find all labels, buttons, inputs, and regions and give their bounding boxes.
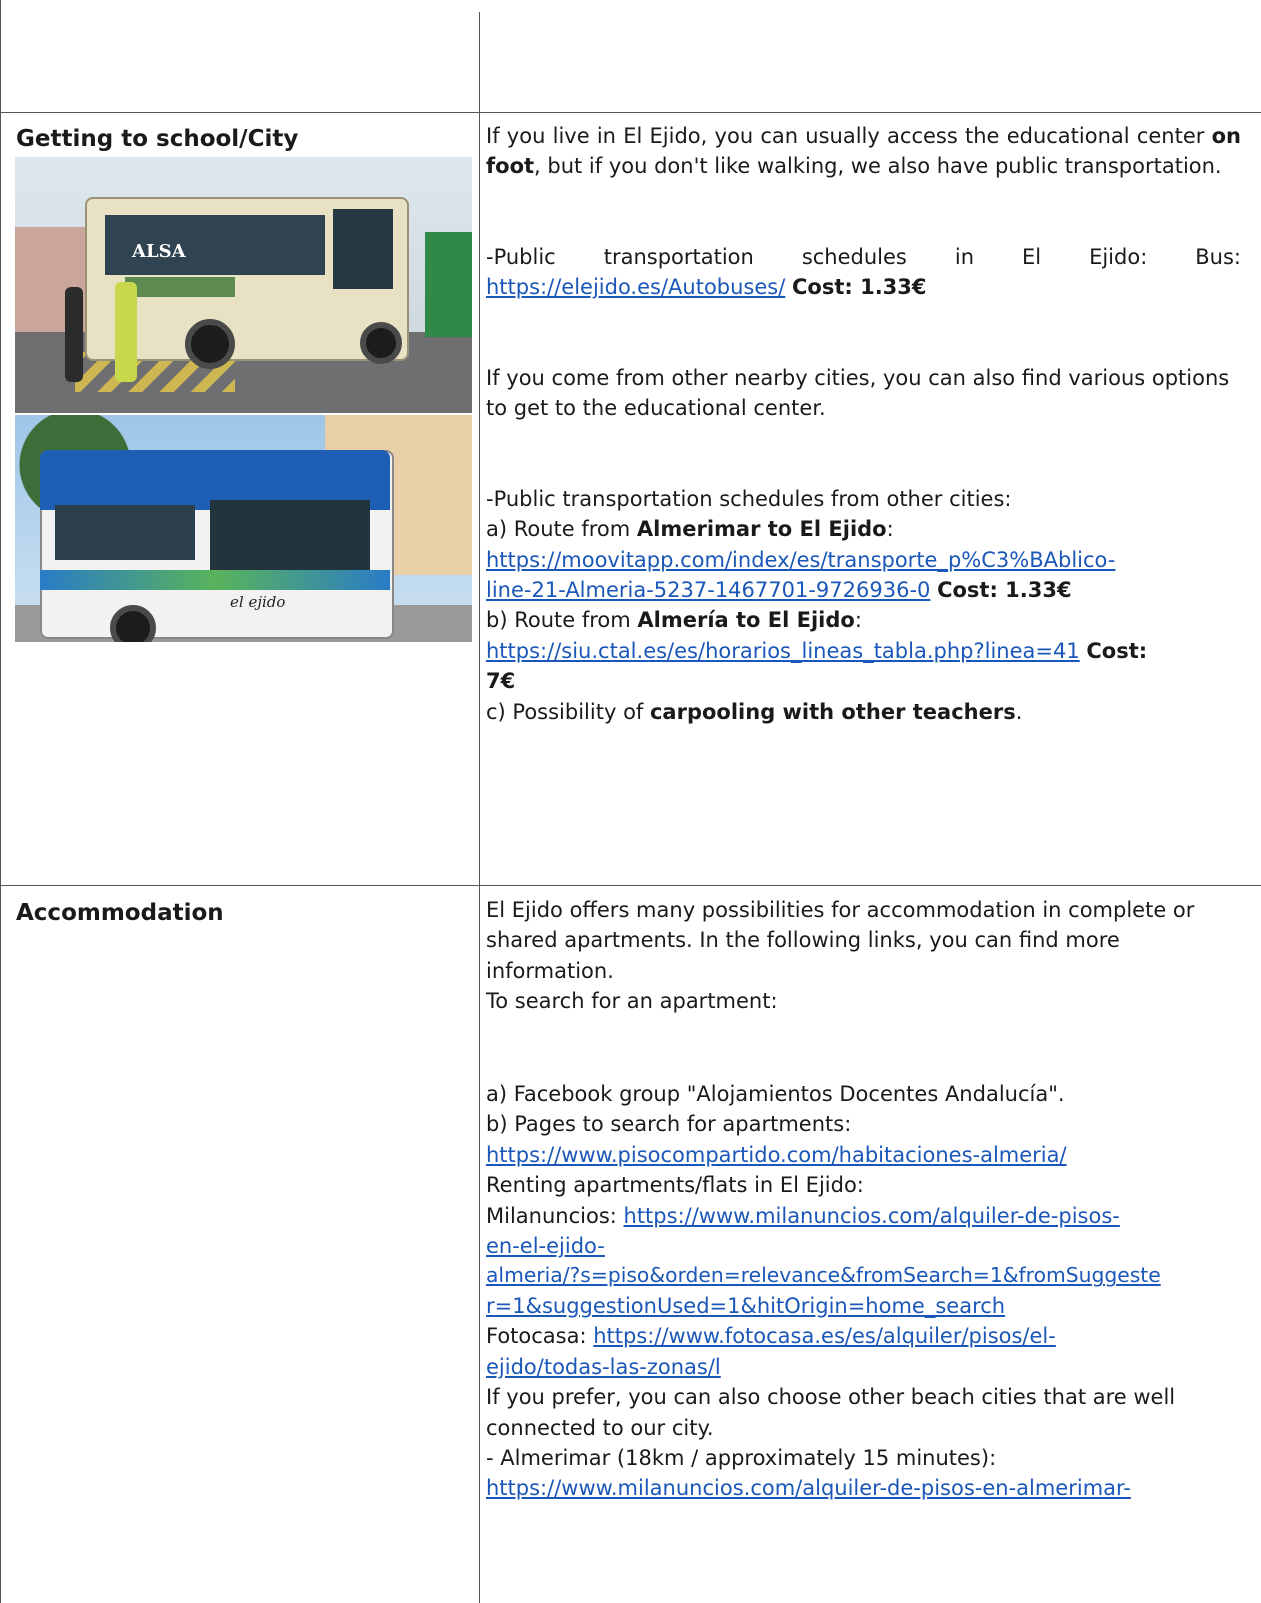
- other-cities-heading: -Public transportation schedules from ot…: [486, 486, 1012, 511]
- route-b-cost-value: 7€: [486, 669, 516, 694]
- beach-cities-paragraph: If you prefer, you can also choose other…: [486, 1385, 1176, 1440]
- row-label-accommodation: Accommodation: [16, 900, 224, 926]
- fotocasa-link[interactable]: https://www.fotocasa.es/es/alquiler/piso…: [593, 1324, 1056, 1348]
- alsa-bus-photo: ALSA: [15, 157, 472, 413]
- getting-to-school-content: If you live in El Ejido, you can usually…: [486, 121, 1241, 727]
- route-b-link[interactable]: https://siu.ctal.es/es/horarios_lineas_t…: [486, 639, 1080, 663]
- renting-heading: Renting apartments/flats in El Ejido:: [486, 1173, 864, 1198]
- almerimar-link[interactable]: https://www.milanuncios.com/alquiler-de-…: [486, 1476, 1131, 1500]
- almerimar-option: - Almerimar (18km / approximately 15 min…: [486, 1445, 997, 1470]
- route-a-link-line-1: https://moovitapp.com/index/es/transport…: [486, 545, 1241, 575]
- walking-paragraph: If you live in El Ejido, you can usually…: [486, 124, 1241, 179]
- milanuncios-link-line-4: r=1&suggestionUsed=1&hitOrigin=home_sear…: [486, 1291, 1241, 1321]
- route-a-cost: Cost: 1.33€: [937, 577, 1072, 602]
- route-a-link-continued[interactable]: line-21-Almeria-5237-1467701-9726936-0: [486, 578, 930, 602]
- row-divider-1: [0, 112, 1261, 113]
- route-a-link-line-2: line-21-Almeria-5237-1467701-9726936-0 C…: [486, 575, 1241, 605]
- el-ejido-city-bus-photo: el ejido: [15, 415, 472, 642]
- row-divider-2: [0, 885, 1261, 886]
- route-c: c) Possibility of carpooling with other …: [486, 699, 1023, 724]
- el-ejido-bus-cost: Cost: 1.33€: [792, 275, 927, 300]
- el-ejido-logo-text: el ejido: [230, 593, 286, 611]
- search-apartment-heading: To search for an apartment:: [486, 989, 778, 1014]
- route-a: a) Route from Almerimar to El Ejido:: [486, 517, 894, 542]
- route-a-link[interactable]: https://moovitapp.com/index/es/transport…: [486, 548, 1115, 572]
- almerimar-link-line: https://www.milanuncios.com/alquiler-de-…: [486, 1473, 1241, 1503]
- el-ejido-bus-link-line: https://elejido.es/Autobuses/ Cost: 1.33…: [486, 272, 1241, 302]
- milanuncios-link-continued-3[interactable]: r=1&suggestionUsed=1&hitOrigin=home_sear…: [486, 1294, 1005, 1318]
- nearby-cities-paragraph: If you come from other nearby cities, yo…: [486, 365, 1230, 421]
- milanuncios-link-continued-1[interactable]: en-el-ejido-: [486, 1234, 605, 1258]
- route-b-cost-label: Cost:: [1086, 638, 1148, 663]
- row-label-getting-to-school: Getting to school/City: [16, 126, 299, 152]
- milanuncios-link[interactable]: https://www.milanuncios.com/alquiler-de-…: [624, 1204, 1120, 1228]
- milanuncios-link-continued-2[interactable]: almeria/?s=piso&orden=relevance&fromSear…: [486, 1263, 1161, 1287]
- route-b: b) Route from Almería to El Ejido:: [486, 608, 862, 633]
- milanuncios-line: Milanuncios: https://www.milanuncios.com…: [486, 1203, 1120, 1228]
- alsa-logo-text: ALSA: [132, 241, 186, 262]
- pisocompartido-link[interactable]: https://www.pisocompartido.com/habitacio…: [486, 1143, 1067, 1167]
- el-ejido-bus-line: -Public transportation schedules in El E…: [486, 244, 1241, 269]
- pisocompartido-line: https://www.pisocompartido.com/habitacio…: [486, 1140, 1241, 1170]
- milanuncios-link-line-2: en-el-ejido-: [486, 1231, 1241, 1261]
- search-pages-heading: b) Pages to search for apartments:: [486, 1112, 852, 1137]
- table-left-border: [0, 0, 1, 1603]
- facebook-group: a) Facebook group "Alojamientos Docentes…: [486, 1081, 1065, 1106]
- milanuncios-link-line-3: almeria/?s=piso&orden=relevance&fromSear…: [486, 1261, 1241, 1290]
- fotocasa-link-continued[interactable]: ejido/todas-las-zonas/l: [486, 1355, 721, 1379]
- fotocasa-link-line-2: ejido/todas-las-zonas/l: [486, 1352, 1241, 1382]
- el-ejido-bus-link[interactable]: https://elejido.es/Autobuses/: [486, 275, 785, 299]
- route-b-cost-value-line: 7€: [486, 666, 1241, 696]
- accommodation-content: El Ejido offers many possibilities for a…: [486, 895, 1241, 1504]
- route-b-link-line: https://siu.ctal.es/es/horarios_lineas_t…: [486, 636, 1241, 666]
- accommodation-intro: El Ejido offers many possibilities for a…: [486, 898, 1195, 983]
- fotocasa-line: Fotocasa: https://www.fotocasa.es/es/alq…: [486, 1324, 1056, 1349]
- table-column-divider: [479, 12, 480, 1603]
